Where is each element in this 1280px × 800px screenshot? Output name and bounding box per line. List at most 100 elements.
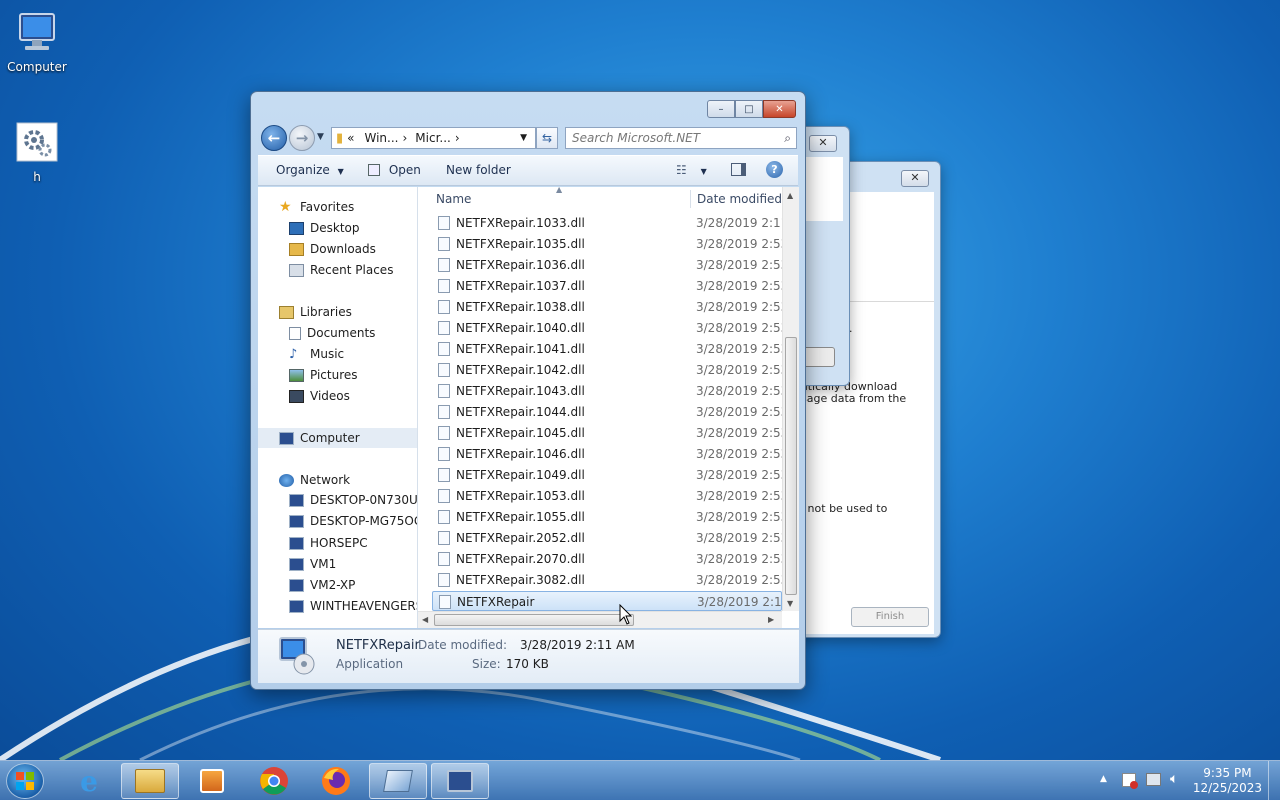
- volume-muted-icon[interactable]: 🔈︎: [1170, 771, 1178, 787]
- minimize-button[interactable]: –: [707, 100, 735, 118]
- file-name: NETFXRepair.1042.dll: [456, 363, 585, 377]
- taskbar-netfx-repair[interactable]: [431, 763, 489, 799]
- dialog-close-button[interactable]: ✕: [809, 135, 837, 152]
- scroll-up-arrow[interactable]: ▲: [787, 191, 793, 200]
- file-row[interactable]: NETFXRepair.1036.dll 3/28/2019 2:53 AM: [432, 255, 782, 275]
- maximize-button[interactable]: □: [735, 100, 763, 118]
- file-row[interactable]: NETFXRepair.1041.dll 3/28/2019 2:53 AM: [432, 339, 782, 359]
- recent-pages-dropdown[interactable]: ▼: [317, 132, 324, 142]
- column-header-date-modified[interactable]: Date modified: [697, 187, 782, 211]
- taskbar-chrome[interactable]: [245, 763, 303, 799]
- nav-documents[interactable]: Documents: [289, 323, 375, 343]
- file-row[interactable]: NETFXRepair.1046.dll 3/28/2019 2:53 AM: [432, 444, 782, 464]
- file-row[interactable]: NETFXRepair.3082.dll 3/28/2019 2:53 AM: [432, 570, 782, 590]
- nav-network-computer[interactable]: HORSEPC: [289, 533, 368, 553]
- network-status-icon[interactable]: [1146, 773, 1161, 786]
- open-button[interactable]: Open: [368, 163, 421, 177]
- address-segment-microsoft[interactable]: Micr...: [415, 131, 451, 145]
- address-dropdown-icon[interactable]: ▼: [520, 133, 527, 143]
- finish-button[interactable]: Finish: [851, 607, 929, 627]
- file-row[interactable]: NETFXRepair.1043.dll 3/28/2019 2:53 AM: [432, 381, 782, 401]
- file-row[interactable]: NETFXRepair.1045.dll 3/28/2019 2:53 AM: [432, 423, 782, 443]
- nav-downloads[interactable]: Downloads: [289, 239, 376, 259]
- desktop-icon-computer[interactable]: Computer: [0, 10, 74, 74]
- taskbar-internet-explorer[interactable]: e: [60, 763, 118, 799]
- view-options-button[interactable]: ☷ ▼: [676, 163, 707, 177]
- nav-videos[interactable]: Videos: [289, 386, 350, 406]
- help-button[interactable]: ?: [766, 161, 783, 178]
- file-date-modified: 3/28/2019 2:53 AM: [696, 258, 782, 272]
- vertical-scroll-thumb[interactable]: [785, 337, 797, 595]
- file-row[interactable]: NETFXRepair.1042.dll 3/28/2019 2:53 AM: [432, 360, 782, 380]
- nav-music[interactable]: ♪ Music: [289, 344, 344, 364]
- dll-file-icon: [438, 552, 450, 566]
- music-icon: ♪: [289, 346, 298, 362]
- back-button[interactable]: ←: [261, 125, 287, 151]
- preview-pane-button[interactable]: [731, 163, 746, 179]
- file-row[interactable]: NETFXRepair.1053.dll 3/28/2019 2:53 AM: [432, 486, 782, 506]
- file-row[interactable]: NETFXRepair.1049.dll 3/28/2019 2:53 AM: [432, 465, 782, 485]
- nav-network-computer[interactable]: DESKTOP-MG75OG4: [289, 511, 417, 531]
- search-input[interactable]: Search Microsoft.NET ⌕: [565, 127, 797, 149]
- taskbar-media-player[interactable]: [183, 763, 241, 799]
- nav-network-computer[interactable]: WINTHEAVENGERS: [289, 596, 417, 616]
- taskbar: e ▲ 🔈︎ 9:35 PM 12/25/2023: [0, 760, 1280, 800]
- show-desktop-button[interactable]: [1268, 761, 1280, 800]
- address-bar[interactable]: ▮ « Win... › Micr... › ▼: [331, 127, 536, 149]
- nav-network-computer[interactable]: VM2-XP: [289, 575, 355, 595]
- vertical-scrollbar[interactable]: ▲ ▼: [782, 187, 799, 611]
- column-divider[interactable]: [690, 190, 691, 208]
- search-icon[interactable]: ⌕: [784, 128, 791, 148]
- firefox-icon: [322, 767, 350, 795]
- chevron-right-icon[interactable]: ›: [455, 131, 460, 145]
- taskbar-setup-app[interactable]: [369, 763, 427, 799]
- scroll-down-arrow[interactable]: ▼: [787, 599, 793, 608]
- file-date-modified: 3/28/2019 2:53 AM: [696, 573, 782, 587]
- horizontal-scrollbar[interactable]: ◀ ▶: [418, 611, 782, 628]
- organize-button[interactable]: Organize ▼: [276, 163, 344, 177]
- taskbar-file-explorer[interactable]: [121, 763, 179, 799]
- action-center-flag-icon[interactable]: [1122, 773, 1138, 789]
- address-segment-windows[interactable]: Win...: [365, 131, 399, 145]
- nav-network-computer[interactable]: VM1: [289, 554, 336, 574]
- scroll-right-arrow[interactable]: ▶: [768, 615, 774, 624]
- nav-desktop[interactable]: Desktop: [289, 218, 360, 238]
- file-open-dialog[interactable]: – □ ✕ ← → ▼ ▮ « Win... › Micr... › ▼ ⇆ S…: [250, 91, 806, 690]
- nav-computer[interactable]: Computer: [258, 428, 417, 448]
- details-file-type: Application: [336, 657, 404, 671]
- nav-favorites[interactable]: ★ Favorites: [279, 197, 354, 217]
- nav-recent-places[interactable]: Recent Places: [289, 260, 393, 280]
- nav-network-computer[interactable]: DESKTOP-0N730U6: [289, 490, 417, 510]
- taskbar-firefox[interactable]: [307, 763, 365, 799]
- refresh-button[interactable]: ⇆: [536, 127, 558, 149]
- scroll-left-arrow[interactable]: ◀: [422, 615, 428, 624]
- desktop-icon-h[interactable]: h: [0, 120, 74, 184]
- file-row[interactable]: NETFXRepair.1038.dll 3/28/2019 2:53 AM: [432, 297, 782, 317]
- clock[interactable]: 9:35 PM 12/25/2023: [1193, 766, 1262, 796]
- close-button[interactable]: ✕: [763, 100, 796, 118]
- start-button[interactable]: [6, 763, 44, 799]
- file-row[interactable]: NETFXRepair.1035.dll 3/28/2019 2:53 AM: [432, 234, 782, 254]
- file-row[interactable]: NETFXRepair.1055.dll 3/28/2019 2:53 AM: [432, 507, 782, 527]
- new-folder-button[interactable]: New folder: [446, 163, 511, 177]
- dialog-button-stub[interactable]: [801, 347, 835, 367]
- file-row[interactable]: NETFXRepair.2070.dll 3/28/2019 2:53 AM: [432, 549, 782, 569]
- network-computer-icon: [289, 599, 304, 613]
- horizontal-scroll-thumb[interactable]: [434, 614, 634, 626]
- address-overflow[interactable]: «: [347, 131, 354, 145]
- file-row[interactable]: NETFXRepair.1033.dll 3/28/2019 2:11 AM: [432, 213, 782, 233]
- forward-button[interactable]: →: [289, 125, 315, 151]
- nav-libraries[interactable]: Libraries: [279, 302, 352, 322]
- chevron-right-icon[interactable]: ›: [402, 131, 407, 145]
- wizard-close-button[interactable]: ✕: [901, 170, 929, 187]
- file-row[interactable]: NETFXRepair.1040.dll 3/28/2019 2:53 AM: [432, 318, 782, 338]
- nav-network[interactable]: Network: [279, 470, 350, 490]
- file-row[interactable]: NETFXRepair.1037.dll 3/28/2019 2:53 AM: [432, 276, 782, 296]
- nav-pictures[interactable]: Pictures: [289, 365, 358, 385]
- file-row[interactable]: NETFXRepair 3/28/2019 2:11 AM: [432, 591, 783, 611]
- file-list[interactable]: Name ▲ Date modified NETFXRepair.1033.dl…: [418, 187, 799, 628]
- internet-explorer-icon: e: [80, 764, 98, 798]
- file-row[interactable]: NETFXRepair.1044.dll 3/28/2019 2:53 AM: [432, 402, 782, 422]
- file-row[interactable]: NETFXRepair.2052.dll 3/28/2019 2:53 AM: [432, 528, 782, 548]
- show-hidden-icons-arrow[interactable]: ▲: [1100, 774, 1107, 784]
